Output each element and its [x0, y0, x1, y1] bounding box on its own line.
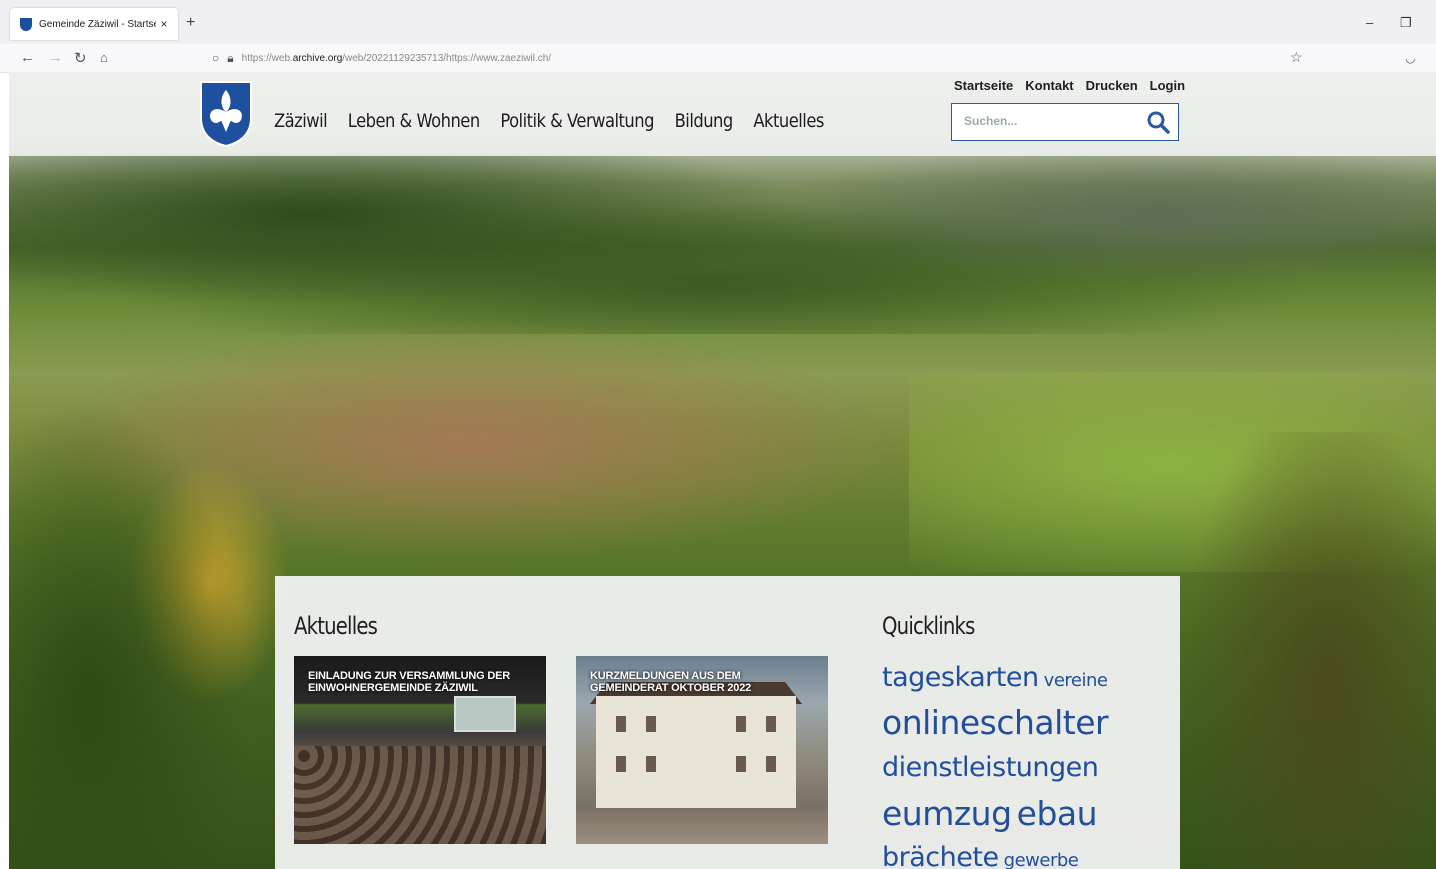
forward-arrow-icon[interactable]: →	[48, 49, 63, 66]
news-card-kurzmeldungen[interactable]: KURZMELDUNGEN AUS DEM GEMEINDERAT OKTOBE…	[576, 656, 828, 844]
window-image	[736, 756, 746, 772]
lock-icon: 🔒︎	[227, 50, 234, 65]
window-image	[736, 716, 746, 732]
close-tab-icon[interactable]: ×	[156, 17, 172, 31]
browser-tabstrip: Gemeinde Zäziwil - Startseite × + – ❐	[0, 0, 1436, 44]
quicklink-eumzug[interactable]: eumzug	[882, 794, 1012, 833]
window-image	[616, 716, 626, 732]
bookmark-star-icon[interactable]: ☆	[1290, 49, 1303, 66]
quicklink-vereine[interactable]: vereine	[1044, 670, 1108, 691]
news-card-caption: EINLADUNG ZUR VERSAMMLUNG DER EINWOHNERG…	[308, 670, 510, 694]
news-card-caption: KURZMELDUNGEN AUS DEM GEMEINDERAT OKTOBE…	[590, 670, 752, 694]
new-tab-button[interactable]: +	[186, 14, 195, 32]
webpage: Zäziwil Leben & Wohnen Politik & Verwalt…	[9, 72, 1436, 869]
projection-screen-image	[454, 696, 516, 732]
link-drucken[interactable]: Drucken	[1086, 78, 1138, 93]
browser-navbar: ← → ↻ ⌂ ○ 🔒︎ https://web. archive.org/web…	[0, 44, 1436, 73]
quicklink-braechete[interactable]: brächete	[882, 842, 999, 869]
reload-icon[interactable]: ↻	[74, 49, 87, 67]
restore-button[interactable]: ❐	[1400, 15, 1412, 31]
search-icon[interactable]	[1146, 110, 1170, 134]
search-input[interactable]	[962, 113, 1136, 129]
link-startseite[interactable]: Startseite	[954, 78, 1013, 93]
nav-item-bildung[interactable]: Bildung	[675, 110, 734, 132]
aktuelles-heading: Aktuelles	[294, 612, 378, 640]
top-links: Startseite Kontakt Drucken Login	[954, 78, 1185, 93]
link-login[interactable]: Login	[1150, 78, 1185, 93]
home-icon[interactable]: ⌂	[100, 50, 108, 65]
building-image	[596, 696, 796, 808]
quicklink-dienstleistungen[interactable]: dienstleistungen	[882, 752, 1099, 783]
back-arrow-icon[interactable]: ←	[20, 49, 35, 66]
hero-trees-right-image	[1179, 432, 1436, 869]
content-panel: Aktuelles EINLADUNG ZUR VERSAMMLUNG DER …	[275, 576, 1180, 869]
window-image	[646, 716, 656, 732]
window-image	[766, 756, 776, 772]
quicklink-tageskarten[interactable]: tageskarten	[882, 662, 1039, 693]
pocket-icon[interactable]: ◡	[1405, 51, 1415, 65]
minimize-button[interactable]: –	[1366, 15, 1373, 30]
address-bar[interactable]: ○ 🔒︎ https://web. archive.org/web/2022112…	[212, 47, 1312, 69]
window-image	[616, 756, 626, 772]
coat-of-arms-logo[interactable]	[199, 80, 253, 147]
site-favicon-icon	[20, 17, 32, 31]
quicklink-gewerbe[interactable]: gewerbe	[1004, 850, 1079, 869]
hero-hills-image	[9, 154, 1436, 334]
nav-item-aktuelles[interactable]: Aktuelles	[753, 110, 824, 132]
audience-image	[294, 746, 546, 844]
quicklinks-heading: Quicklinks	[882, 612, 975, 640]
url-prefix: https://web.	[241, 52, 293, 64]
browser-tab[interactable]: Gemeinde Zäziwil - Startseite ×	[10, 8, 178, 40]
tab-title: Gemeinde Zäziwil - Startseite	[39, 18, 156, 30]
quicklink-ebau[interactable]: ebau	[1017, 794, 1098, 833]
nav-item-politik-verwaltung[interactable]: Politik & Verwaltung	[500, 110, 654, 132]
url-path: /web/20221129235713/https://www.zaeziwil…	[342, 52, 552, 64]
main-navigation: Zäziwil Leben & Wohnen Politik & Verwalt…	[274, 110, 824, 132]
url-domain: archive.org	[292, 52, 343, 64]
nav-item-zaeziwil[interactable]: Zäziwil	[274, 110, 328, 132]
hero-trees-left-image	[9, 402, 289, 869]
window-image	[646, 756, 656, 772]
window-image	[766, 716, 776, 732]
news-card-versammlung[interactable]: EINLADUNG ZUR VERSAMMLUNG DER EINWOHNERG…	[294, 656, 546, 844]
link-kontakt[interactable]: Kontakt	[1025, 78, 1073, 93]
nav-item-leben-wohnen[interactable]: Leben & Wohnen	[348, 110, 480, 132]
tracking-shield-icon: ○	[212, 51, 220, 65]
search-box	[951, 103, 1179, 141]
quicklink-onlineschalter[interactable]: onlineschalter	[882, 703, 1109, 742]
